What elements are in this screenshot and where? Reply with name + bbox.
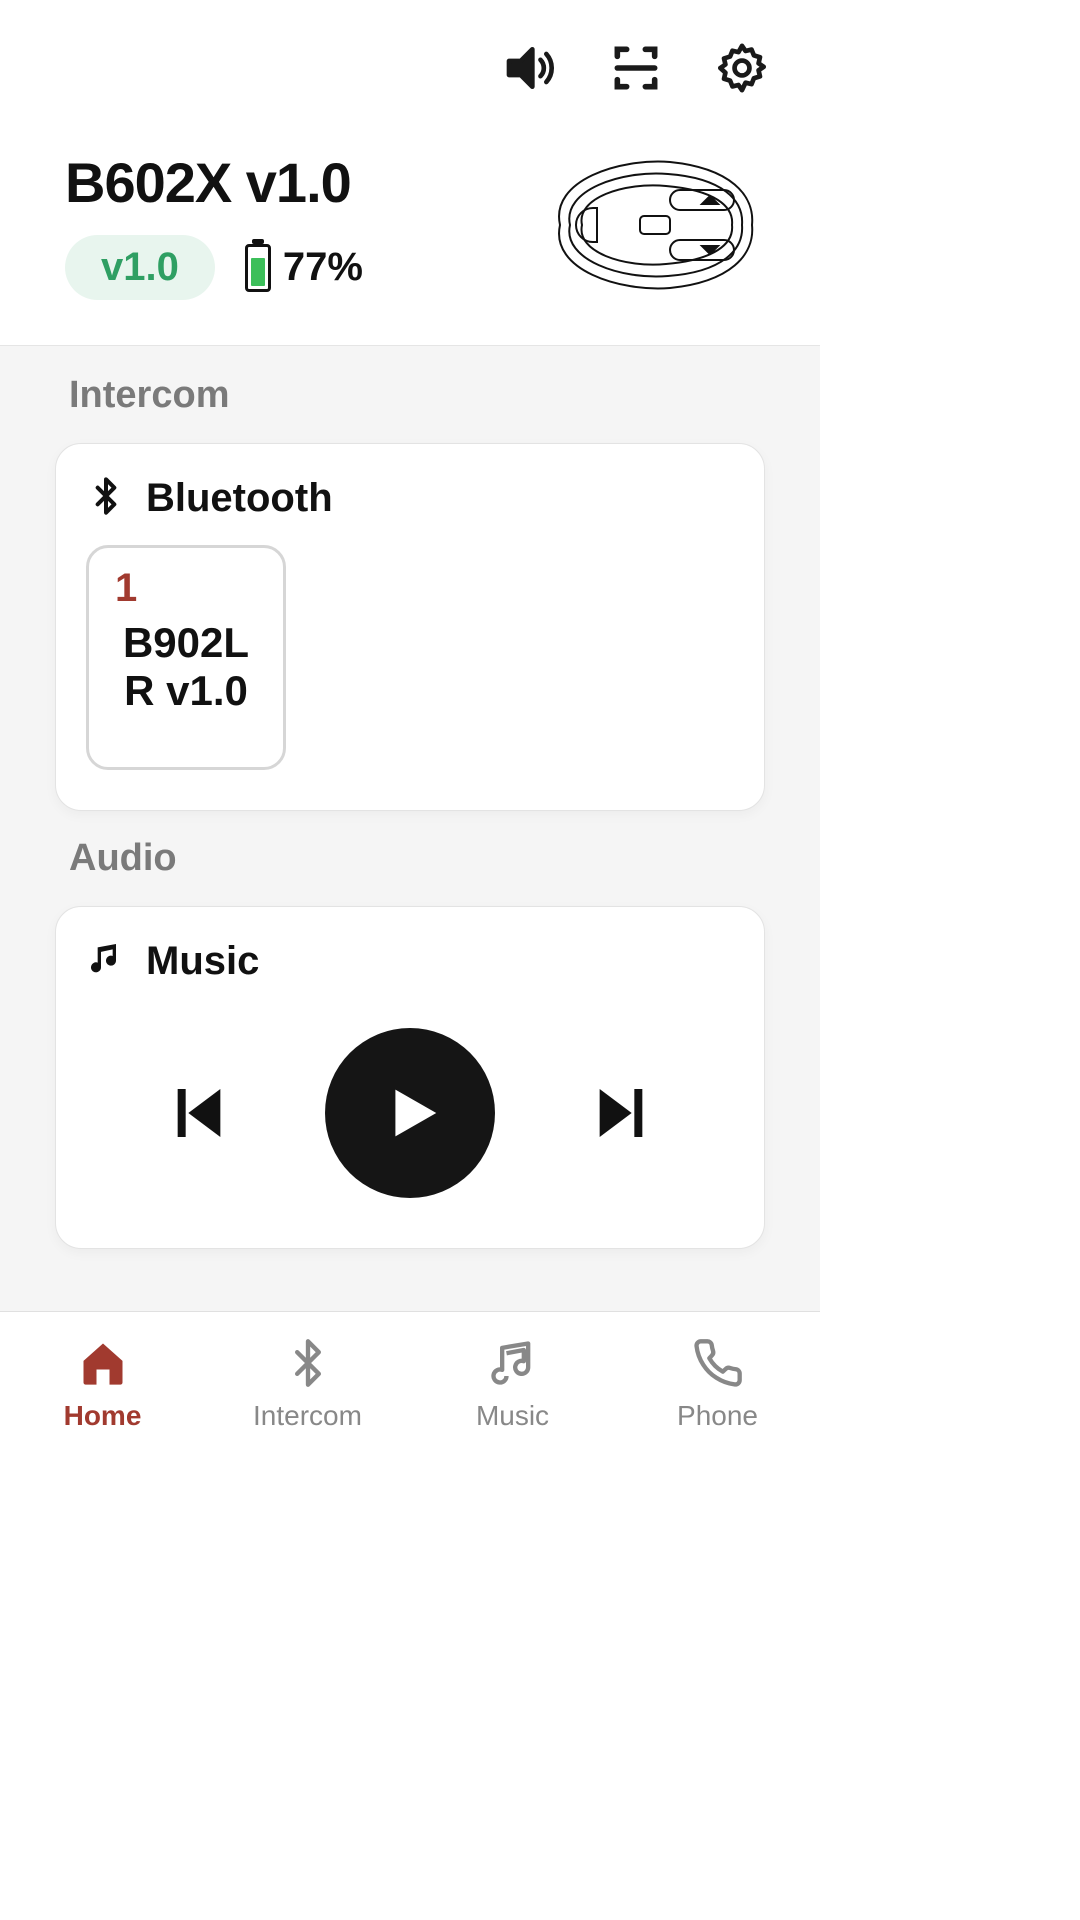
volume-icon[interactable] bbox=[502, 40, 558, 101]
tab-phone[interactable]: Phone bbox=[615, 1312, 820, 1456]
bluetooth-icon bbox=[86, 476, 126, 521]
tab-intercom-label: Intercom bbox=[253, 1400, 362, 1432]
scan-icon[interactable] bbox=[608, 40, 664, 101]
music-note-icon bbox=[487, 1337, 539, 1394]
bluetooth-card: Bluetooth 1 B902L R v1.0 bbox=[55, 443, 765, 811]
music-card: Music bbox=[55, 906, 765, 1249]
tab-music-label: Music bbox=[476, 1400, 549, 1432]
settings-gear-icon[interactable] bbox=[714, 40, 770, 101]
tab-intercom[interactable]: Intercom bbox=[205, 1312, 410, 1456]
paired-device-1[interactable]: 1 B902L R v1.0 bbox=[86, 545, 286, 770]
intercom-section-label: Intercom bbox=[69, 374, 765, 417]
device-header: B602X v1.0 v1.0 77% bbox=[0, 140, 820, 345]
device-illustration-icon bbox=[530, 150, 760, 305]
bluetooth-icon bbox=[282, 1337, 334, 1394]
music-card-title: Music bbox=[146, 939, 259, 984]
phone-icon bbox=[692, 1337, 744, 1394]
battery-icon bbox=[245, 244, 271, 292]
battery-indicator: 77% bbox=[245, 244, 363, 292]
home-icon bbox=[77, 1337, 129, 1394]
bluetooth-card-title: Bluetooth bbox=[146, 476, 333, 521]
tab-home-label: Home bbox=[64, 1400, 142, 1432]
tab-music[interactable]: Music bbox=[410, 1312, 615, 1456]
battery-percentage: 77% bbox=[283, 245, 363, 290]
music-note-icon bbox=[86, 939, 126, 984]
device-title: B602X v1.0 bbox=[65, 150, 363, 215]
tab-home[interactable]: Home bbox=[0, 1312, 205, 1456]
previous-track-button[interactable] bbox=[159, 1068, 239, 1158]
next-track-button[interactable] bbox=[581, 1068, 661, 1158]
tab-bar: Home Intercom Music Phone bbox=[0, 1311, 820, 1456]
paired-device-name: B902L R v1.0 bbox=[123, 619, 249, 716]
play-button[interactable] bbox=[325, 1028, 495, 1198]
tab-phone-label: Phone bbox=[677, 1400, 758, 1432]
firmware-version-badge[interactable]: v1.0 bbox=[65, 235, 215, 300]
paired-device-index: 1 bbox=[115, 566, 137, 611]
audio-section-label: Audio bbox=[69, 837, 765, 880]
